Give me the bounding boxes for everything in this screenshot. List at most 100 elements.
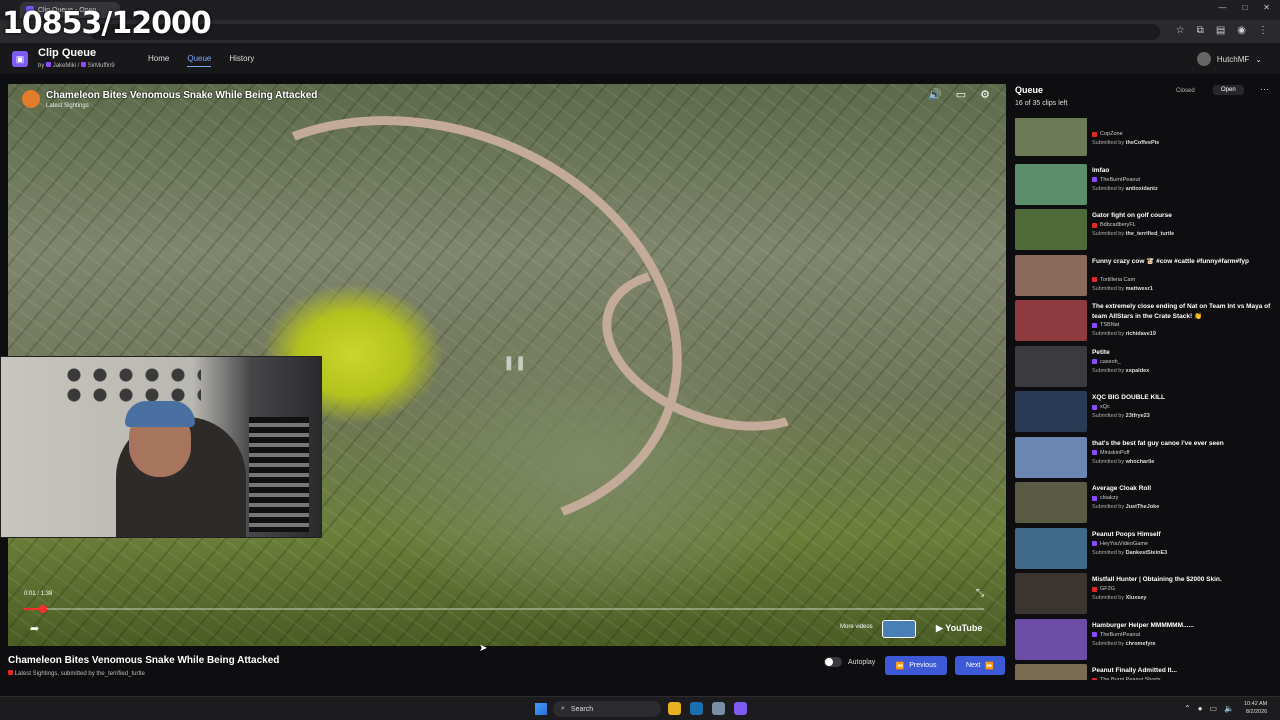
youtube-icon [1092,222,1097,228]
taskbar-search[interactable]: ⌕ Search [553,701,661,717]
channel-avatar[interactable] [22,90,40,108]
queue-item-title[interactable]: Petite [1092,348,1274,358]
queue-item-title[interactable]: The extremely close ending of Nat on Tea… [1092,302,1274,322]
nav-history[interactable]: History [229,54,254,67]
queue-item-title[interactable]: Peanut Finally Admitted It... [1092,666,1274,676]
menu-dots-icon[interactable]: ⋮ [1258,25,1268,36]
settings-gear-icon[interactable]: ⚙ [980,88,990,101]
discord-app-icon[interactable] [734,702,747,715]
more-videos-label[interactable]: More videos [840,624,873,630]
chrome-app-icon[interactable] [668,702,681,715]
queue-item-title[interactable]: Funny crazy cow 🐮 #cow #cattle #funny#fa… [1092,257,1274,267]
queue-list: CopZone Submitted by theCoffeePie lmfao The… [1015,118,1277,680]
steam-app-icon[interactable] [690,702,703,715]
profile-icon[interactable]: ◉ [1237,25,1246,36]
queue-thumbnail[interactable] [1015,300,1087,341]
nav-home[interactable]: Home [148,54,169,67]
twitch-icon [1092,450,1097,455]
queue-item-title[interactable]: that's the best fat guy canoe i've ever … [1092,439,1274,449]
queue-thumbnail[interactable] [1015,163,1087,205]
video-channel-overlay[interactable]: Latest Sightings [46,103,317,109]
toggle-switch[interactable] [824,657,842,667]
youtube-icon [1092,586,1097,592]
sidebar-icon[interactable]: ▤ [1216,25,1225,36]
more-videos-thumbnail[interactable] [882,620,916,638]
network-icon[interactable]: ▭ [1210,704,1218,713]
youtube-icon [1092,677,1097,680]
volume-icon[interactable]: 🔊 [928,88,942,101]
twitch-icon [1092,541,1097,546]
queue-thumbnail[interactable] [1015,527,1087,569]
tray-chevron-icon[interactable]: ⌃ [1184,704,1191,713]
queue-item-title[interactable]: XQC BIG DOUBLE KILL [1092,393,1274,403]
youtube-logo[interactable]: ▶ YouTube [936,623,982,634]
autoplay-toggle[interactable]: Autoplay [824,657,875,667]
queue-thumbnail[interactable] [1015,118,1087,156]
player-top-controls: 🔊 ▭ ⚙ [928,88,990,101]
queue-item[interactable]: lmfao TheBurntPeanut Submitted by antioxid… [1015,163,1277,206]
queue-item[interactable]: that's the best fat guy canoe i've ever … [1015,436,1277,479]
clip-submitter[interactable]: the_terrified_turtle [96,671,144,677]
queue-thumbnail[interactable] [1015,482,1087,523]
video-title-overlay[interactable]: Chameleon Bites Venomous Snake While Bei… [46,90,317,101]
queue-item[interactable]: Petite caseoh_ Submitted by xspaldex [1015,345,1277,388]
user-menu[interactable]: HutchMF ⌄ [1196,52,1262,66]
queue-item-channel: HeyYouVideoGame [1092,541,1148,547]
queue-thumbnail[interactable] [1015,391,1087,432]
queue-thumbnail[interactable] [1015,209,1087,250]
queue-item[interactable]: Average Cloak Roll cloakzy Submitted by Ju… [1015,482,1277,524]
queue-item-title[interactable]: lmfao [1092,166,1274,176]
queue-menu-dots-icon[interactable]: ⋯ [1260,84,1269,95]
queue-item-title[interactable]: Peanut Poops Himself [1092,530,1274,540]
queue-item[interactable]: CopZone Submitted by theCoffeePie [1015,118,1277,160]
twitch-icon [1092,495,1097,501]
app-logo-icon[interactable]: ▣ [12,51,28,67]
queue-item-title[interactable]: Average Cloak Roll [1092,484,1274,494]
taskbar-apps [668,702,747,715]
author-link[interactable]: JakeMiki [53,63,76,69]
address-bar[interactable] [90,24,1160,40]
queue-item[interactable]: The extremely close ending of Nat on Tea… [1015,300,1277,342]
queue-item-title[interactable]: Mistfall Hunter | Obtaining the $2000 Sk… [1092,575,1274,585]
queue-item[interactable]: Funny crazy cow 🐮 #cow #cattle #funny#fa… [1015,254,1277,297]
pause-icon[interactable]: ❚❚ [503,354,526,371]
queue-item[interactable]: Peanut Finally Admitted It... The Burnt P… [1015,664,1277,680]
queue-thumbnail[interactable] [1015,254,1087,296]
queue-open-tab[interactable]: Open [1213,85,1244,95]
volume-tray-icon[interactable]: 🔈 [1224,704,1234,713]
extensions-icon[interactable]: ⧉ [1197,25,1204,36]
queue-item-title[interactable]: Gator fight on golf course [1092,211,1274,221]
maximize-icon[interactable]: □ [1242,3,1247,12]
queue-item[interactable]: Mistfall Hunter | Obtaining the $2000 Sk… [1015,573,1277,615]
fullscreen-icon[interactable]: ⤡ [976,588,984,599]
clip-channel[interactable]: Latest Sightings [15,671,58,677]
youtube-icon [8,670,13,675]
queue-thumbnail[interactable] [1015,664,1087,680]
close-window-icon[interactable]: ✕ [1263,3,1270,12]
progress-knob[interactable] [39,605,48,613]
tray-app-icon[interactable]: ● [1198,704,1203,713]
queue-item-title[interactable]: Hamburger Helper MMMMMM...... [1092,621,1274,631]
next-button[interactable]: Next ⏩ [955,656,1005,675]
author-link[interactable]: SirMuffin9 [88,63,115,69]
queue-item[interactable]: XQC BIG DOUBLE KILL xQc Submitted by 23tfr… [1015,391,1277,433]
queue-thumbnail[interactable] [1015,345,1087,387]
nav-queue[interactable]: Queue [187,54,212,67]
previous-button[interactable]: ⏪ Previous [885,656,947,675]
queue-thumbnail[interactable] [1015,436,1087,478]
queue-item[interactable]: Peanut Poops Himself HeyYouVideoGame Submi… [1015,527,1277,570]
taskbar-clock[interactable]: 10:42 AM 8/2/2026 [1244,700,1267,716]
share-icon[interactable]: ➦ [30,622,39,635]
queue-thumbnail[interactable] [1015,573,1087,614]
windows-start-icon[interactable] [535,703,547,715]
queue-thumbnail[interactable] [1015,618,1087,660]
progress-bar[interactable] [24,605,984,613]
minimize-icon[interactable]: — [1218,3,1226,12]
captions-icon[interactable]: ▭ [956,88,966,101]
queue-item[interactable]: Gator fight on golf course BdbcadberyFL Su… [1015,209,1277,251]
file-app-icon[interactable] [712,702,725,715]
bookmark-star-icon[interactable]: ☆ [1176,25,1185,36]
queue-item-channel: CopZone [1092,131,1123,137]
queue-item[interactable]: Hamburger Helper MMMMMM...... TheBurntPea… [1015,618,1277,661]
queue-closed-tab[interactable]: Closed [1168,86,1203,96]
